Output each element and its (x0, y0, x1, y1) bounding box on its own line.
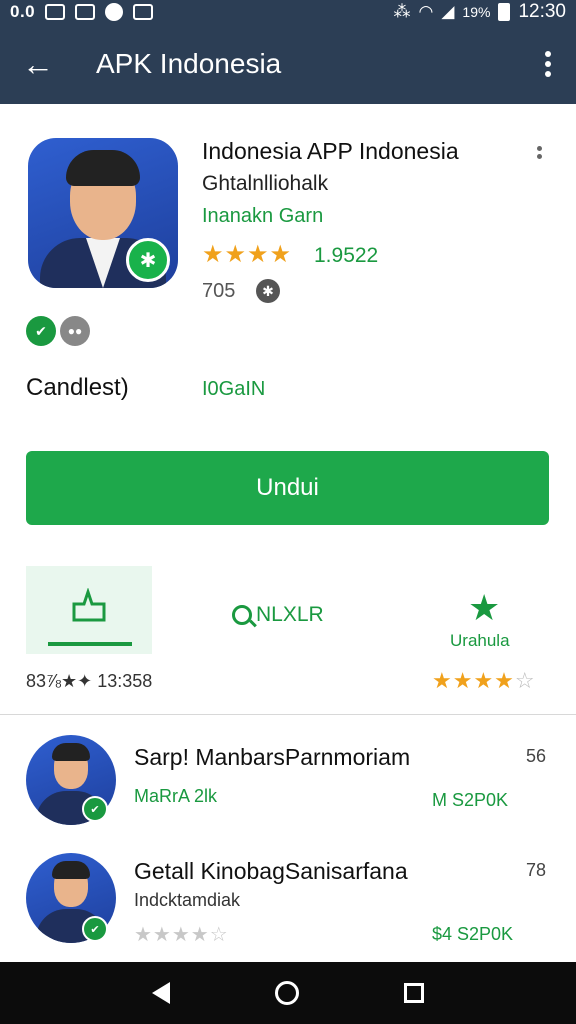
list-item-count: 56 (526, 746, 547, 766)
nav-back-icon[interactable] (152, 982, 171, 1004)
avatar-hair (52, 861, 90, 879)
arrow-left-icon: ← (22, 45, 54, 82)
tab-like[interactable] (26, 566, 152, 654)
divider (0, 714, 576, 715)
app-bar: ← APK Indonesia (0, 24, 576, 104)
list-item-price: $4 S2P0K (432, 924, 514, 944)
nav-recents-icon[interactable] (403, 983, 424, 1003)
app-category[interactable]: Inanakn Garn (202, 205, 323, 228)
badge-icon: ✔ (82, 796, 108, 822)
details-right-label[interactable]: I0GaIN (202, 378, 265, 401)
more-vert-icon (545, 51, 551, 57)
wifi-icon: ◠ (418, 2, 434, 21)
back-button[interactable]: ← (0, 24, 76, 104)
avatar-hair (66, 150, 140, 186)
more-vert-icon (536, 145, 542, 151)
system-nav-bar (0, 962, 576, 1024)
battery-percent: 19% (462, 4, 491, 20)
tab-indicator (48, 642, 132, 646)
status-bar: 0.0 ⁂ ◠ ◢ 19% 12:30 (0, 0, 576, 24)
stats-left: 83⅞★✦ 13:358 (26, 671, 153, 691)
app-icon: ✱ (28, 138, 178, 288)
rating-stars: ★★★★ (202, 241, 293, 268)
star-icon[interactable]: ★ (468, 590, 500, 626)
status-left: 0.0 (10, 2, 154, 22)
chat-icon: ●● (60, 316, 90, 346)
info-icon: ✱ (256, 279, 280, 303)
app-options-button[interactable] (528, 140, 550, 164)
stats-star-empty: ☆ (514, 668, 536, 693)
details-left-label: Candlest) (26, 374, 129, 401)
page-title: APK Indonesia (96, 48, 282, 79)
rating-value: 1.9522 (314, 244, 379, 267)
vibrate-icon: ⁂ (393, 2, 411, 21)
gallery-icon (133, 4, 154, 20)
verified-icon: ✔ (26, 316, 56, 346)
thumbs-up-icon (72, 588, 106, 622)
avatar-hair (52, 743, 90, 761)
app-badge-icon: ✱ (126, 238, 170, 282)
more-vert-dot (545, 71, 551, 77)
list-item-title: Sarp! ManbarsParnmoriam (134, 744, 411, 770)
app-developer[interactable]: Ghtalnlliohalk (202, 172, 328, 196)
list-item-title: Getall KinobagSanisarfana (134, 858, 408, 884)
message-icon (45, 4, 66, 20)
image-icon (75, 4, 96, 20)
list-item-price: M S2P0K (432, 790, 509, 810)
tab-star-label[interactable]: Urahula (450, 631, 510, 651)
more-vert-dot (536, 153, 542, 159)
status-time: 12:30 (518, 1, 566, 22)
battery-icon (498, 3, 511, 21)
list-item-subtitle: Indcktamdiak (134, 890, 241, 910)
app-name: Indonesia APP Indonesia (202, 138, 459, 164)
signal-icon: ◢ (441, 2, 455, 21)
status-right: ⁂ ◠ ◢ 19% 12:30 (394, 1, 567, 23)
tab-search[interactable]: NLXLR (232, 603, 324, 627)
status-left-text: 0.0 (10, 2, 36, 21)
tab-search-label: NLXLR (256, 603, 324, 626)
app-size: 705 (202, 280, 236, 302)
list-item-subtitle: MaRrA 2lk (134, 786, 218, 806)
badge-icon: ✔ (82, 916, 108, 942)
nav-home-icon[interactable] (274, 981, 299, 1005)
search-icon (232, 605, 252, 625)
download-button[interactable]: Undui (26, 451, 549, 525)
list-item[interactable]: ✔ Sarp! ManbarsParnmoriam 56 MaRrA 2lk M… (0, 730, 576, 840)
list-item[interactable]: ✔ Getall KinobagSanisarfana 78 Indcktamd… (0, 848, 576, 958)
stats-stars: ★★★★☆ (432, 668, 536, 694)
stats-stars-filled: ★★★★ (432, 668, 515, 693)
more-vert-button[interactable] (520, 24, 576, 104)
browser-icon (105, 3, 124, 21)
more-vert-dot (545, 61, 551, 67)
list-item-stars: ★★★★☆ (134, 924, 229, 946)
list-item-count: 78 (526, 860, 547, 880)
